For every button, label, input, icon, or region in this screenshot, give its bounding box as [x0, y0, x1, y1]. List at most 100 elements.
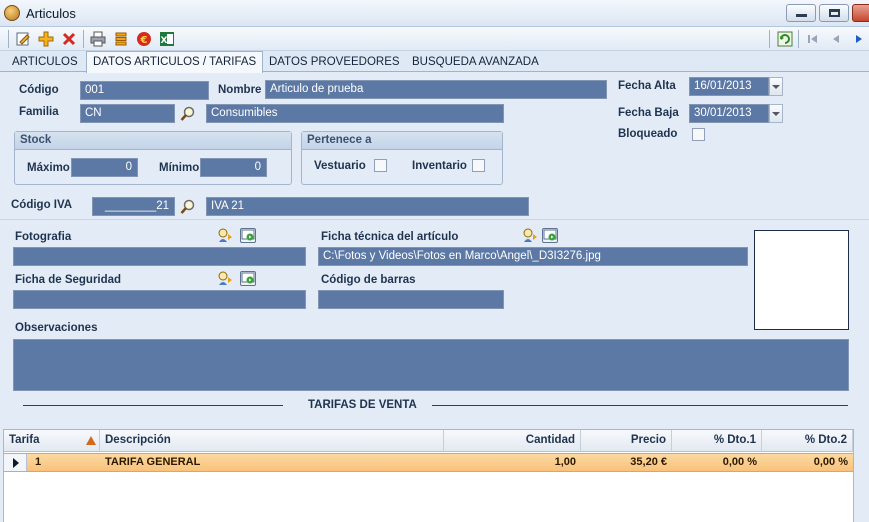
vestuario-label: Vestuario [314, 160, 366, 172]
bloqueado-label: Bloqueado [618, 128, 678, 140]
nombre-input[interactable]: Articulo de prueba [265, 80, 607, 99]
minimo-label: Mínimo [159, 162, 200, 174]
photo-preview [754, 230, 849, 330]
toolbar-separator [8, 30, 9, 48]
browse-file-icon[interactable] [217, 228, 233, 243]
fecha-alta-input[interactable]: 16/01/2013 [689, 77, 769, 96]
current-row-icon [13, 458, 19, 468]
section-rule-left [23, 405, 283, 406]
bloqueado-checkbox[interactable] [692, 128, 705, 141]
print-icon[interactable] [89, 30, 107, 48]
vestuario-checkbox[interactable] [374, 159, 387, 172]
codigo-iva-input[interactable]: ________21 [92, 197, 175, 216]
column-header-descripcion[interactable]: Descripción [100, 430, 444, 452]
view-file-icon[interactable] [542, 228, 558, 243]
column-header-dto1[interactable]: % Dto.1 [672, 430, 762, 452]
first-icon[interactable] [804, 30, 822, 48]
tab-articulos[interactable]: ARTICULOS [6, 53, 84, 72]
search-icon[interactable] [180, 106, 196, 121]
stack-icon[interactable] [112, 30, 130, 48]
app-icon [4, 5, 20, 21]
cell-dto2: 0,00 % [813, 456, 848, 468]
search-icon[interactable] [180, 199, 196, 214]
maximize-button[interactable] [819, 4, 849, 22]
familia-description-input[interactable]: Consumibles [206, 104, 504, 123]
close-button[interactable] [852, 4, 869, 22]
familia-label: Familia [19, 106, 59, 118]
inventario-label: Inventario [412, 160, 467, 172]
view-file-icon[interactable] [240, 228, 256, 243]
toolbar: € X [0, 27, 869, 51]
fecha-alta-label: Fecha Alta [618, 80, 676, 92]
minimo-input[interactable]: 0 [200, 158, 267, 177]
row-indicator [4, 454, 27, 471]
toolbar-separator [798, 30, 799, 48]
section-divider [0, 219, 869, 220]
view-file-icon[interactable] [240, 271, 256, 286]
nombre-label: Nombre [218, 84, 262, 96]
sort-ascending-icon [86, 436, 96, 445]
tab-datos-proveedores[interactable]: DATOS PROVEEDORES [263, 53, 406, 72]
column-header-precio[interactable]: Precio [581, 430, 672, 452]
tarifas-grid: Tarifa Descripción Cantidad Precio % Dto… [3, 429, 854, 522]
observaciones-label: Observaciones [15, 322, 98, 334]
title-bar: Articulos [0, 0, 869, 27]
cell-tarifa: 1 [35, 456, 42, 468]
cell-descripcion: TARIFA GENERAL [105, 456, 201, 468]
fotografia-input[interactable] [13, 247, 306, 266]
maximize-icon [829, 9, 840, 17]
refresh-icon[interactable] [776, 30, 794, 48]
grid-header: Tarifa Descripción Cantidad Precio % Dto… [4, 430, 853, 452]
browse-file-icon[interactable] [217, 271, 233, 286]
codigo-label: Código [19, 84, 59, 96]
next-icon[interactable] [850, 30, 868, 48]
excel-icon[interactable]: X [158, 30, 176, 48]
fecha-baja-label: Fecha Baja [618, 107, 679, 119]
tab-strip: ARTICULOS DATOS ARTICULOS / TARIFAS DATO… [0, 51, 869, 73]
maximo-label: Máximo [27, 162, 70, 174]
column-header-dto2[interactable]: % Dto.2 [762, 430, 853, 452]
fecha-baja-dropdown[interactable] [769, 104, 783, 123]
ficha-tecnica-label: Ficha técnica del artículo [321, 231, 459, 243]
stock-group-title: Stock [15, 132, 291, 150]
familia-code-input[interactable]: CN [80, 104, 175, 123]
column-header-cantidad[interactable]: Cantidad [444, 430, 581, 452]
codigo-barras-input[interactable] [318, 290, 504, 309]
pertenece-group-title: Pertenece a [302, 132, 502, 150]
codigo-input[interactable]: 001 [80, 81, 209, 100]
cell-dto1: 0,00 % [722, 456, 757, 468]
table-row[interactable]: 1 TARIFA GENERAL 1,00 35,20 € 0,00 % 0,0… [4, 453, 853, 472]
codigo-iva-description-input[interactable]: IVA 21 [206, 197, 529, 216]
ficha-seguridad-label: Ficha de Seguridad [15, 274, 122, 286]
cell-precio: 35,20 € [630, 456, 667, 468]
delete-icon[interactable] [60, 30, 78, 48]
toolbar-separator [83, 30, 84, 48]
prev-icon[interactable] [827, 30, 845, 48]
tab-busqueda-avanzada[interactable]: BUSQUEDA AVANZADA [406, 53, 545, 72]
cell-cantidad: 1,00 [554, 456, 576, 468]
minimize-button[interactable] [786, 4, 816, 22]
chevron-down-icon [772, 111, 780, 116]
inventario-checkbox[interactable] [472, 159, 485, 172]
tarifas-section-title: TARIFAS DE VENTA [308, 399, 417, 411]
euro-icon[interactable]: € [135, 30, 153, 48]
maximo-input[interactable]: 0 [71, 158, 138, 177]
svg-text:X: X [161, 36, 168, 46]
edit-icon[interactable] [14, 30, 32, 48]
fotografia-label: Fotografia [15, 231, 72, 243]
window-title: Articulos [26, 6, 76, 21]
fecha-alta-dropdown[interactable] [769, 77, 783, 96]
toolbar-separator [769, 30, 770, 48]
codigo-iva-label: Código IVA [11, 199, 73, 211]
ficha-seguridad-input[interactable] [13, 290, 306, 309]
pertenece-group: Pertenece a [301, 131, 503, 185]
observaciones-textarea[interactable] [13, 339, 849, 391]
add-icon[interactable] [37, 30, 55, 48]
tab-datos-articulos-tarifas[interactable]: DATOS ARTICULOS / TARIFAS [86, 51, 264, 73]
minimize-icon [796, 14, 807, 17]
ficha-tecnica-input[interactable]: C:\Fotos y Videos\Fotos en Marco\Angel\_… [318, 247, 748, 266]
browse-file-icon[interactable] [522, 228, 538, 243]
svg-text:€: € [140, 35, 148, 46]
section-rule-right [432, 405, 848, 406]
fecha-baja-input[interactable]: 30/01/2013 [689, 104, 769, 123]
